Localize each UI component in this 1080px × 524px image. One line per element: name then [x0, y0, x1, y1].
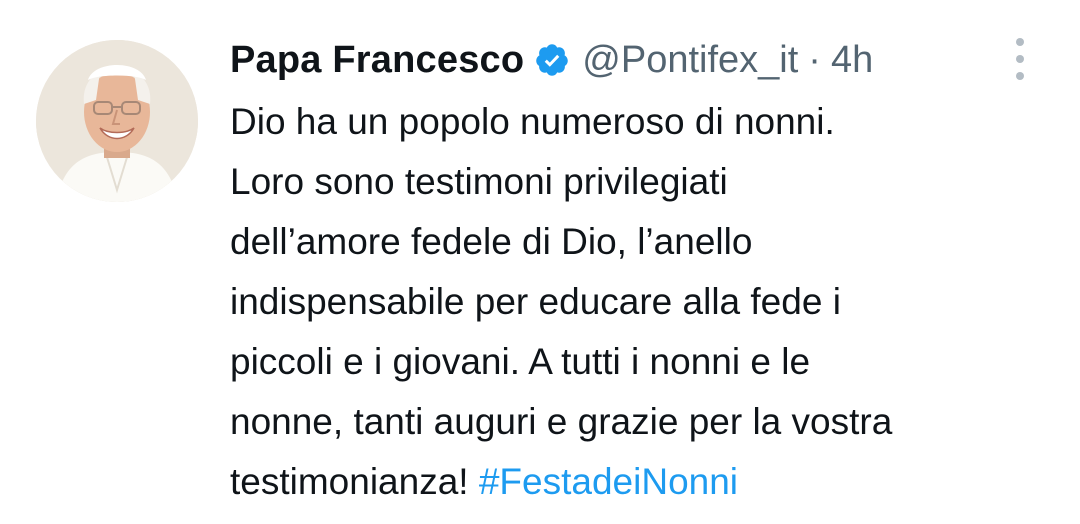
avatar-image	[36, 40, 198, 202]
tweet-text-line: indispensabile per educare alla fede i	[230, 281, 841, 322]
tweet-text-line: dell’amore fedele di Dio, l’anello	[230, 221, 753, 262]
tweet-text: Dio ha un popolo numeroso di nonni. Loro…	[230, 92, 1050, 512]
timestamp[interactable]: 4h	[831, 39, 873, 82]
tweet-text-segment: testimonianza!	[230, 461, 479, 502]
tweet-text-line: Loro sono testimoni privilegiati	[230, 161, 728, 202]
tweet-text-line: Dio ha un popolo numeroso di nonni.	[230, 101, 835, 142]
more-dot	[1016, 72, 1024, 80]
tweet-text-line: piccoli e i giovani. A tutti i nonni e l…	[230, 341, 811, 382]
tweet-header: Papa Francesco @Pontifex_it · 4h	[230, 34, 873, 86]
separator-dot: ·	[808, 38, 821, 81]
more-dot	[1016, 55, 1024, 63]
tweet-text-last-line: testimonianza! #FestadeiNonni	[230, 452, 1050, 512]
more-vertical-icon[interactable]	[1006, 38, 1034, 80]
avatar[interactable]	[36, 40, 198, 202]
tweet[interactable]: Papa Francesco @Pontifex_it · 4h Dio ha …	[0, 0, 1080, 524]
display-name[interactable]: Papa Francesco	[230, 39, 524, 82]
verified-badge-icon	[534, 42, 570, 78]
tweet-text-line: nonne, tanti auguri e grazie per la vost…	[230, 401, 893, 442]
more-dot	[1016, 38, 1024, 46]
hashtag-link[interactable]: #FestadeiNonni	[479, 461, 738, 502]
handle[interactable]: @Pontifex_it	[582, 39, 798, 82]
